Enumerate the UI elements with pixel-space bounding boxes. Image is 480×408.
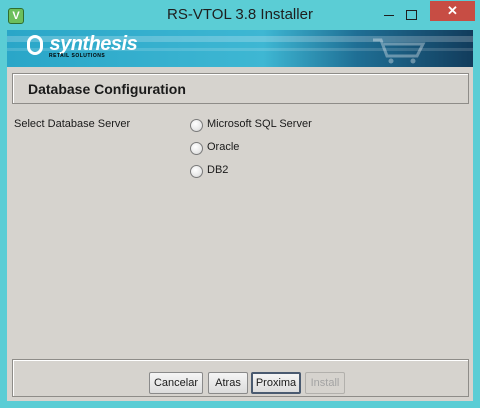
- maximize-button[interactable]: [404, 7, 418, 21]
- logo-mark-icon: [27, 35, 43, 55]
- logo-tagline: RETAIL SOLUTIONS: [49, 53, 106, 59]
- button-bar: Cancelar Atras Proxima Install: [12, 359, 469, 397]
- option-label[interactable]: DB2: [207, 164, 228, 176]
- minimize-button[interactable]: [382, 7, 396, 21]
- close-button[interactable]: ✕: [430, 1, 475, 21]
- shopping-cart-icon: [373, 38, 426, 64]
- page-header: Database Configuration: [12, 73, 469, 104]
- dialog-body: synthesis RETAIL SOLUTIONS Database Conf…: [7, 30, 473, 401]
- brand-banner: synthesis RETAIL SOLUTIONS: [7, 30, 473, 67]
- option-label[interactable]: Microsoft SQL Server: [207, 118, 312, 130]
- database-server-label: Select Database Server: [14, 118, 131, 130]
- radio-button[interactable]: [190, 119, 203, 132]
- next-button[interactable]: Proxima: [251, 372, 301, 394]
- radio-button[interactable]: [190, 142, 203, 155]
- install-button: Install: [305, 372, 345, 394]
- page-title: Database Configuration: [28, 81, 186, 97]
- installer-window: V RS-VTOL 3.8 Installer ✕ synthesis RETA…: [0, 0, 480, 408]
- back-button[interactable]: Atras: [208, 372, 248, 394]
- radio-button[interactable]: [190, 165, 203, 178]
- title-bar[interactable]: V RS-VTOL 3.8 Installer ✕: [0, 0, 480, 30]
- cancel-button[interactable]: Cancelar: [149, 372, 203, 394]
- option-label[interactable]: Oracle: [207, 141, 239, 153]
